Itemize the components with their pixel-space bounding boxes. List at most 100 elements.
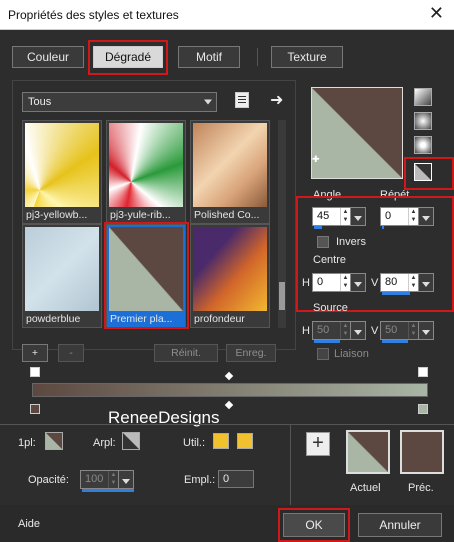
gradient-thumb[interactable]: Polished Co...: [190, 120, 270, 224]
button-label: OK: [305, 518, 323, 532]
invert-label: Invers: [336, 236, 366, 248]
updown-icon[interactable]: ▲ ▼: [340, 274, 350, 291]
gradient-thumb[interactable]: profondeur: [190, 224, 270, 328]
gradient-thumb[interactable]: pj3-yellowb...: [22, 120, 102, 224]
tab-couleur[interactable]: Couleur: [12, 46, 84, 68]
scrollbar-thumb[interactable]: [279, 282, 285, 310]
gradient-thumb[interactable]: pj3-yule-rib...: [106, 120, 186, 224]
center-v-slider[interactable]: [382, 292, 410, 295]
color-stop-bottom-right[interactable]: [418, 404, 428, 414]
source-h-spinbox[interactable]: 50 ▲ ▼: [312, 321, 366, 343]
updown-icon[interactable]: ▲ ▼: [108, 471, 118, 488]
invert-checkbox[interactable]: [317, 236, 329, 248]
gradient-thumb[interactable]: powderblue: [22, 224, 102, 328]
gradient-bar[interactable]: [32, 383, 428, 397]
scrollbar[interactable]: [278, 120, 286, 328]
current-swatch[interactable]: [346, 430, 390, 474]
current-label: Actuel: [350, 482, 381, 494]
close-icon[interactable]: ✕: [429, 3, 444, 24]
source-h-slider[interactable]: [314, 340, 340, 343]
ok-button[interactable]: OK: [283, 513, 345, 537]
updown-icon[interactable]: ▲ ▼: [408, 322, 418, 339]
gradient-name: powderblue: [26, 313, 81, 325]
tab-degrade[interactable]: Dégradé: [93, 46, 163, 68]
arrow-right-icon[interactable]: ➜: [270, 90, 283, 110]
add-gradient-button[interactable]: +: [22, 344, 48, 362]
chevron-down-icon[interactable]: [418, 208, 433, 225]
source-label: Source: [313, 302, 348, 314]
chevron-down-icon[interactable]: [350, 274, 365, 291]
link-checkbox[interactable]: [317, 348, 329, 360]
tab-divider: [257, 48, 258, 66]
source-h-label: H: [302, 325, 310, 337]
updown-icon[interactable]: ▲ ▼: [408, 208, 418, 225]
background-style-swatch[interactable]: [122, 432, 140, 450]
category-select[interactable]: Tous: [22, 92, 217, 112]
button-label: Annuler: [379, 518, 421, 532]
highlight-frame: [104, 222, 189, 329]
rectangular-style-icon[interactable]: [414, 112, 432, 130]
repeat-slider[interactable]: [382, 226, 384, 229]
gradient-preview-large[interactable]: ✚: [311, 87, 403, 179]
linear-style-icon[interactable]: [414, 88, 432, 106]
center-v-value: 80: [385, 276, 398, 288]
center-h-label: H: [302, 277, 310, 289]
updown-icon[interactable]: ▲ ▼: [340, 208, 350, 225]
tab-texture[interactable]: Texture: [271, 46, 343, 68]
previous-label: Préc.: [408, 482, 434, 494]
list-view-icon[interactable]: [235, 92, 249, 108]
empl-field[interactable]: 0: [218, 470, 254, 488]
opacity-spinbox[interactable]: 100 ▲ ▼: [80, 470, 134, 492]
tab-label: Texture: [287, 50, 327, 64]
empl-label: Empl.:: [184, 474, 216, 486]
gradient-preview: [25, 227, 99, 311]
recent-color-swatch[interactable]: [213, 433, 229, 449]
center-v-spinbox[interactable]: 80 ▲ ▼: [380, 273, 434, 295]
reset-button[interactable]: Réinit.: [154, 344, 218, 362]
source-v-value: 50: [385, 324, 398, 336]
cancel-button[interactable]: Annuler: [358, 513, 442, 537]
button-label: Enreg.: [235, 347, 267, 359]
source-v-spinbox[interactable]: 50 ▲ ▼: [380, 321, 434, 343]
button-label: -: [69, 347, 73, 359]
center-marker-icon: ✚: [312, 154, 320, 164]
sunburst-style-icon[interactable]: [414, 136, 432, 154]
save-gradient-button[interactable]: Enreg.: [226, 344, 276, 362]
gradient-preview: [193, 227, 267, 311]
chevron-down-icon[interactable]: [350, 322, 365, 339]
color-stop-bottom-left[interactable]: [30, 404, 40, 414]
repeat-value: 0: [385, 210, 392, 222]
repeat-spinbox[interactable]: 0 ▲ ▼: [380, 207, 434, 229]
angle-spinbox[interactable]: 45 ▲ ▼: [312, 207, 366, 229]
window-title: Propriétés des styles et textures: [8, 8, 179, 22]
updown-icon[interactable]: ▲ ▼: [340, 322, 350, 339]
gradient-name: Polished Co...: [194, 209, 260, 221]
gradient-name: profondeur: [194, 313, 245, 325]
opacity-slider[interactable]: [82, 489, 134, 492]
center-label: Centre: [313, 254, 347, 266]
gradient-preview: [25, 123, 99, 207]
fill-style-swatch[interactable]: [45, 432, 63, 450]
recent-color-swatch[interactable]: [237, 433, 253, 449]
source-h-value: 50: [317, 324, 330, 336]
angle-slider[interactable]: [314, 226, 322, 229]
chevron-down-icon[interactable]: [418, 322, 433, 339]
color-stop-top-left[interactable]: [30, 367, 40, 377]
tab-label: Motif: [195, 50, 222, 64]
chevron-down-icon[interactable]: [350, 208, 365, 225]
chevron-down-icon[interactable]: [418, 274, 433, 291]
help-link[interactable]: Aide: [18, 518, 40, 530]
source-v-slider[interactable]: [382, 340, 408, 343]
radial-style-icon[interactable]: [414, 163, 432, 181]
previous-swatch[interactable]: [400, 430, 444, 474]
chevron-down-icon[interactable]: [118, 471, 133, 488]
center-h-spinbox[interactable]: 0 ▲ ▼: [312, 273, 366, 292]
button-label: Réinit.: [171, 347, 201, 359]
center-v-label: V: [371, 277, 379, 289]
remove-gradient-button[interactable]: -: [58, 344, 84, 362]
color-stop-top-right[interactable]: [418, 367, 428, 377]
angle-value: 45: [317, 210, 330, 222]
updown-icon[interactable]: ▲ ▼: [408, 274, 418, 291]
tab-motif[interactable]: Motif: [178, 46, 240, 68]
add-swatch-button[interactable]: +: [306, 432, 330, 456]
